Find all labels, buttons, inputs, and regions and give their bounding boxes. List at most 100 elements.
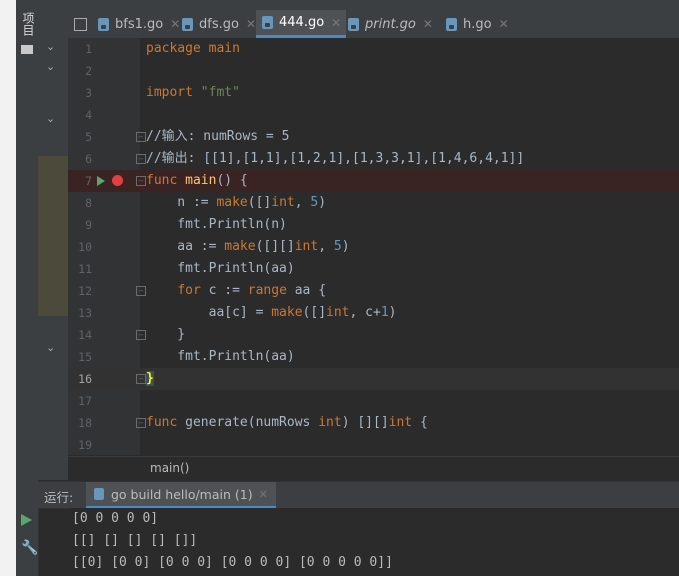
line-number: 9 xyxy=(85,218,92,232)
code-text: aa[c] = make([]int, c+1) xyxy=(146,305,397,320)
line-number: 19 xyxy=(78,438,92,452)
code-text: fmt.Println(n) xyxy=(146,217,287,232)
tab-444[interactable]: 444.go ✕ xyxy=(256,10,346,38)
line-number: 3 xyxy=(85,86,92,100)
line-number: 11 xyxy=(78,262,92,276)
run-panel-header: 运行: go build hello/main (1) ✕ xyxy=(38,481,679,509)
code-line[interactable]: 19 xyxy=(68,434,679,455)
folder-icon[interactable] xyxy=(21,45,33,54)
close-icon[interactable]: ✕ xyxy=(246,17,256,31)
code-line-breakpoint[interactable]: 7 − func main() { xyxy=(68,170,679,192)
code-line[interactable]: 5 − //输入: numRows = 5 xyxy=(68,126,679,148)
breadcrumb: main() xyxy=(68,456,679,481)
tree-selection-highlight xyxy=(38,156,68,316)
code-text: func generate(numRows int) [][]int { xyxy=(146,415,428,430)
line-number: 18 xyxy=(78,416,92,430)
fold-icon[interactable]: − xyxy=(136,330,146,340)
code-comment: //输入: numRows = 5 xyxy=(146,129,290,144)
code-line[interactable]: 8 n := make([]int, 5) xyxy=(68,192,679,214)
fold-icon[interactable]: − xyxy=(136,374,146,384)
tab-label: dfs.go xyxy=(199,16,239,32)
fold-icon[interactable]: − xyxy=(136,176,146,186)
tab-h[interactable]: h.go ✕ xyxy=(440,10,526,38)
fold-icon[interactable]: − xyxy=(136,418,146,428)
chevron-down-icon[interactable]: ⌄ xyxy=(46,60,55,73)
code-text: fmt.Println(aa) xyxy=(146,261,295,276)
code-line[interactable]: 12 − for c := range aa { xyxy=(68,280,679,302)
close-icon[interactable]: ✕ xyxy=(423,17,433,31)
code-text: fmt.Println(aa) xyxy=(146,349,295,364)
project-tree-column: ⌄ ⌄ ⌄ ⌄ xyxy=(38,0,68,480)
code-text: n := make([]int, 5) xyxy=(146,195,327,210)
tab-label: 444.go xyxy=(279,15,325,30)
fold-icon[interactable]: − xyxy=(136,286,146,296)
rerun-icon[interactable] xyxy=(21,514,32,526)
code-line[interactable]: 11 fmt.Println(aa) xyxy=(68,258,679,280)
run-config-label: go build hello/main (1) xyxy=(111,486,253,502)
code-line-current[interactable]: 16 − } xyxy=(68,368,679,390)
close-icon[interactable]: ✕ xyxy=(499,17,509,31)
run-console[interactable]: [0 0 0 0 0] [[] [] [] [] []] [[0] [0 0] … xyxy=(68,508,679,576)
code-line[interactable]: 13 aa[c] = make([]int, c+1) xyxy=(68,302,679,324)
chevron-down-icon[interactable]: ⌄ xyxy=(46,112,55,125)
line-number: 16 xyxy=(78,372,92,386)
code-editor[interactable]: 1 package main 2 3 import "fmt" 4 5 − //… xyxy=(68,38,679,455)
code-line[interactable]: 1 package main xyxy=(68,38,679,60)
code-comment: //输出: [[1],[1,1],[1,2,1],[1,3,3,1],[1,4,… xyxy=(146,151,525,166)
go-file-icon xyxy=(182,17,193,31)
code-line[interactable]: 15 fmt.Println(aa) xyxy=(68,346,679,368)
code-content: import "fmt" xyxy=(146,85,240,100)
go-file-icon xyxy=(98,17,109,31)
code-line[interactable]: 2 xyxy=(68,60,679,82)
code-line[interactable]: 17 xyxy=(68,390,679,412)
fold-icon[interactable]: − xyxy=(136,132,146,142)
breakpoint-icon[interactable] xyxy=(112,175,123,186)
code-text: aa := make([][]int, 5) xyxy=(146,239,350,254)
code-line[interactable]: 14 − } xyxy=(68,324,679,346)
code-text: } xyxy=(146,368,154,390)
close-icon[interactable]: ✕ xyxy=(259,488,268,501)
tab-overflow-button[interactable] xyxy=(68,10,93,38)
project-tool-label[interactable]: 项目 xyxy=(19,12,35,36)
left-tool-window-bar: 项目 🔧 xyxy=(16,0,39,576)
tab-bfs1[interactable]: bfs1.go ✕ xyxy=(92,10,182,38)
code-line[interactable]: 10 aa := make([][]int, 5) xyxy=(68,236,679,258)
code-line[interactable]: 18 − func generate(numRows int) [][]int … xyxy=(68,412,679,434)
code-text: import "fmt" xyxy=(146,82,240,104)
go-file-icon xyxy=(94,488,104,500)
line-number: 12 xyxy=(78,284,92,298)
console-output-line: [[0] [0 0] [0 0 0] [0 0 0 0] [0 0 0 0 0]… xyxy=(72,555,393,570)
run-config-tab[interactable]: go build hello/main (1) ✕ xyxy=(86,482,276,508)
tab-print[interactable]: print.go ✕ xyxy=(340,10,440,38)
desktop-edge xyxy=(0,0,16,576)
fold-icon[interactable]: − xyxy=(136,154,146,164)
code-line[interactable]: 3 import "fmt" xyxy=(68,82,679,104)
tab-label: print.go xyxy=(365,16,416,32)
line-number: 8 xyxy=(85,196,92,210)
line-number: 17 xyxy=(78,394,92,408)
select-opened-file-icon[interactable] xyxy=(74,17,87,31)
line-number: 7 xyxy=(85,174,92,188)
run-panel-label: 运行: xyxy=(44,490,74,505)
code-content: package main xyxy=(146,41,240,56)
run-gutter-icon[interactable] xyxy=(97,176,105,186)
line-number: 14 xyxy=(78,328,92,342)
line-number: 1 xyxy=(85,42,92,56)
line-number: 4 xyxy=(85,108,92,122)
chevron-down-icon[interactable]: ⌄ xyxy=(46,341,55,354)
matched-brace: } xyxy=(146,371,154,386)
code-text: package main xyxy=(146,38,240,60)
code-line[interactable]: 4 xyxy=(68,104,679,126)
chevron-down-icon[interactable]: ⌄ xyxy=(46,40,55,53)
line-number: 6 xyxy=(85,152,92,166)
line-number: 13 xyxy=(78,306,92,320)
breadcrumb-item[interactable]: main() xyxy=(150,461,189,475)
code-line[interactable]: 6 − //输出: [[1],[1,1],[1,2,1],[1,3,3,1],[… xyxy=(68,148,679,170)
code-text: func main() { xyxy=(146,173,248,188)
line-number: 2 xyxy=(85,64,92,78)
tab-dfs[interactable]: dfs.go ✕ xyxy=(176,10,262,38)
console-output-line: [0 0 0 0 0] xyxy=(72,511,159,526)
code-text: for c := range aa { xyxy=(177,283,327,298)
code-line[interactable]: 9 fmt.Println(n) xyxy=(68,214,679,236)
wrench-icon[interactable]: 🔧 xyxy=(21,540,38,556)
